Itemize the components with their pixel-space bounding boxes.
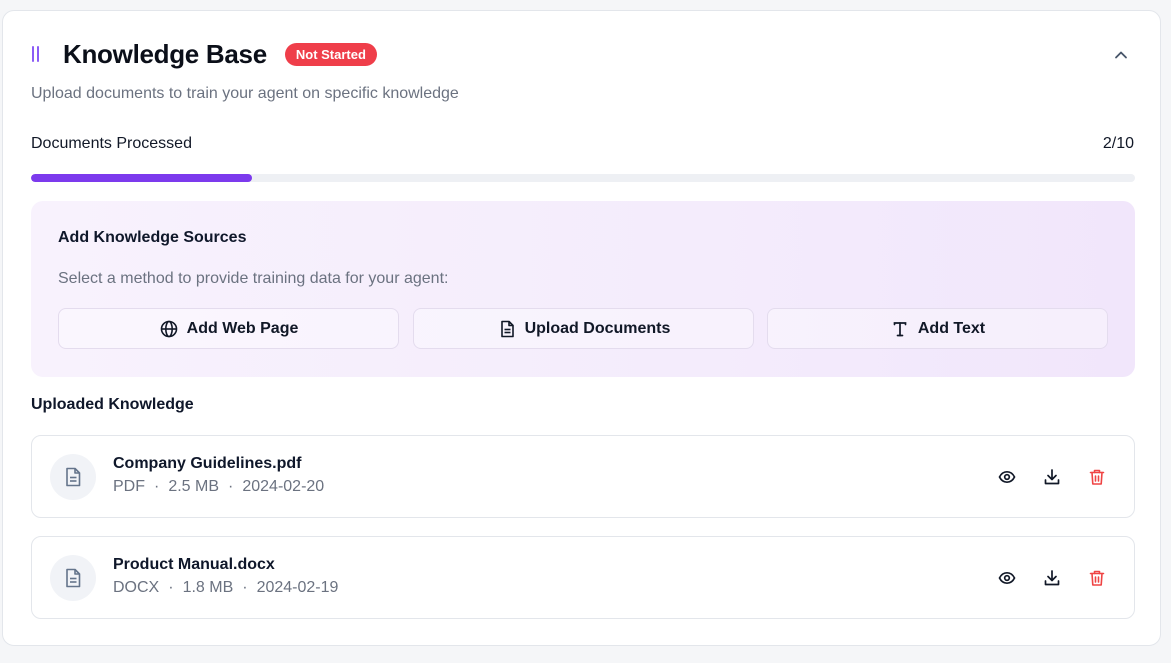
meta-separator: · (168, 579, 174, 596)
list-item: Company Guidelines.pdf PDF · 2.5 MB · 20… (31, 435, 1135, 518)
download-icon (1044, 469, 1060, 485)
delete-button[interactable] (1086, 466, 1108, 488)
file-type: PDF (113, 478, 145, 495)
download-button[interactable] (1041, 567, 1063, 589)
file-name: Product Manual.docx (113, 556, 275, 573)
download-icon (1044, 570, 1060, 586)
file-name: Company Guidelines.pdf (113, 455, 302, 472)
page-title: Knowledge Base (63, 38, 267, 69)
knowledge-base-card: Knowledge Base Not Started Upload docume… (2, 10, 1161, 646)
upload-documents-button[interactable]: Upload Documents (413, 308, 754, 349)
progress-count: 2/10 (1102, 135, 1134, 152)
knowledge-sources-panel: Add Knowledge Sources Select a method to… (31, 201, 1135, 377)
view-button[interactable] (996, 466, 1018, 488)
sources-description: Select a method to provide training data… (58, 270, 449, 287)
file-size: 2.5 MB (168, 478, 220, 495)
progress-label: Documents Processed (31, 135, 192, 152)
globe-icon (159, 319, 179, 339)
file-icon (50, 555, 96, 601)
add-web-page-button[interactable]: Add Web Page (58, 308, 399, 349)
eye-icon (998, 571, 1016, 585)
sources-title: Add Knowledge Sources (58, 229, 247, 246)
card-subtitle: Upload documents to train your agent on … (31, 85, 459, 102)
uploaded-knowledge-title: Uploaded Knowledge (31, 396, 194, 413)
file-actions (973, 466, 1108, 488)
card-header: Knowledge Base Not Started (31, 37, 1132, 71)
file-date: 2024-02-20 (242, 478, 325, 495)
eye-icon (998, 470, 1016, 484)
meta-separator: · (242, 579, 248, 596)
drag-handle-icon[interactable] (31, 44, 45, 64)
download-button[interactable] (1041, 466, 1063, 488)
add-text-label: Add Text (917, 319, 986, 337)
progress-header: Documents Processed 2/10 (31, 135, 1134, 153)
file-date: 2024-02-19 (256, 579, 339, 596)
file-size: 1.8 MB (182, 579, 234, 596)
list-item: Product Manual.docx DOCX · 1.8 MB · 2024… (31, 536, 1135, 619)
status-badge: Not Started (284, 42, 377, 66)
trash-icon (1089, 469, 1105, 485)
trash-icon (1089, 570, 1105, 586)
add-text-button[interactable]: Add Text (767, 308, 1108, 349)
file-type: DOCX (113, 579, 160, 596)
file-meta: PDF · 2.5 MB · 2024-02-20 (113, 478, 324, 496)
upload-documents-label: Upload Documents (524, 319, 671, 337)
collapse-button[interactable] (1110, 44, 1132, 66)
file-actions (973, 567, 1108, 589)
add-web-page-label: Add Web Page (186, 319, 299, 337)
file-icon (50, 454, 96, 500)
meta-separator: · (154, 478, 160, 495)
progress-bar-fill (31, 174, 252, 182)
file-meta: DOCX · 1.8 MB · 2024-02-19 (113, 579, 338, 597)
chevron-up-icon (1115, 51, 1127, 59)
document-icon (497, 319, 517, 339)
view-button[interactable] (996, 567, 1018, 589)
meta-separator: · (228, 478, 234, 495)
progress-bar (31, 174, 1135, 182)
delete-button[interactable] (1086, 567, 1108, 589)
text-icon (890, 319, 910, 339)
